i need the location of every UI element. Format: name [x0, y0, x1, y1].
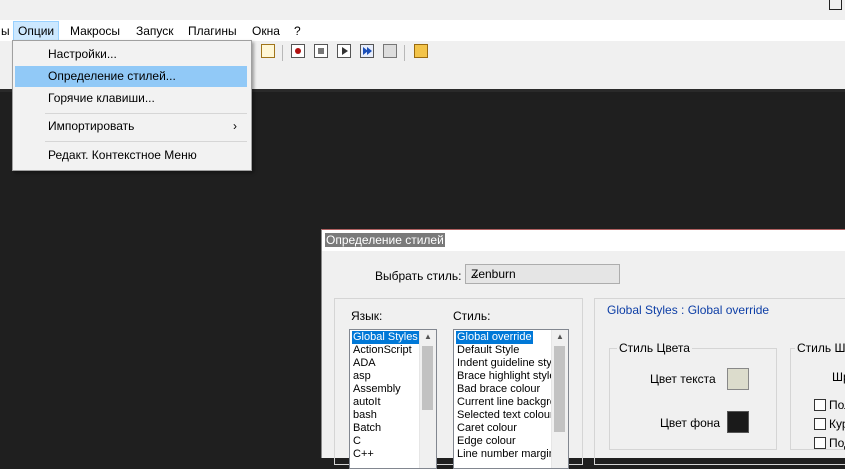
play-macro-icon[interactable] — [337, 44, 351, 58]
background-color-label: Цвет фона — [660, 416, 721, 430]
toolbar-separator — [404, 45, 405, 61]
list-item[interactable]: Selected text colour — [456, 409, 555, 422]
menu-item-label: Настройки... — [48, 47, 117, 61]
scroll-up-icon[interactable]: ▲ — [552, 330, 568, 344]
list-item[interactable]: Edge colour — [456, 435, 517, 448]
open-folder-icon[interactable] — [414, 44, 428, 58]
dialog-titlebar[interactable]: Определение стилей — [322, 230, 845, 251]
list-item[interactable]: asp — [352, 370, 372, 383]
language-label: Язык: — [351, 309, 383, 323]
menu-item-label: Редакт. Контекстное Меню — [48, 148, 197, 162]
scroll-up-icon[interactable]: ▲ — [420, 330, 436, 344]
underline-checkbox[interactable] — [814, 437, 826, 449]
list-item[interactable]: Default Style — [456, 344, 520, 357]
menu-help[interactable]: ? — [290, 22, 305, 40]
style-breadcrumb: Global Styles : Global override — [607, 303, 770, 317]
menu-search[interactable]: ы — [0, 22, 14, 40]
foreground-color-label: Цвет текста — [650, 372, 716, 386]
maximize-icon[interactable] — [829, 0, 842, 10]
list-item[interactable]: C — [352, 435, 362, 448]
italic-checkbox-label: Кур — [829, 417, 845, 431]
list-item[interactable]: Line number margin — [456, 448, 556, 461]
style-configurator-dialog: Определение стилей Выбрать стиль: Zenbur… — [321, 229, 845, 469]
menubar: ы Опции Макросы Запуск Плагины Окна ? — [0, 20, 845, 41]
list-item[interactable]: Caret colour — [456, 422, 518, 435]
list-item[interactable]: Brace highlight style — [456, 370, 556, 383]
list-item[interactable]: Global override — [456, 331, 533, 344]
list-item[interactable]: ADA — [352, 357, 377, 370]
menu-macros[interactable]: Макросы — [66, 22, 124, 40]
list-item[interactable]: Batch — [352, 422, 382, 435]
language-list[interactable]: Global Styles ActionScript ADA asp Assem… — [349, 329, 437, 469]
language-list-scrollbar[interactable]: ▲ — [419, 330, 436, 468]
menu-windows[interactable]: Окна — [248, 22, 284, 40]
font-style-group-title: Стиль Шр — [795, 341, 845, 355]
list-item[interactable]: ActionScript — [352, 344, 413, 357]
list-item[interactable]: Assembly — [352, 383, 402, 396]
list-item[interactable]: Global Styles — [352, 331, 419, 344]
theme-select[interactable]: Zenburn ⌄ — [465, 264, 620, 284]
menu-item-label: Горячие клавиши... — [48, 91, 155, 105]
menu-item-label: Импортировать — [48, 119, 135, 133]
menu-options[interactable]: Опции — [13, 21, 60, 41]
scrollbar-thumb[interactable] — [554, 346, 565, 432]
dialog-title: Определение стилей — [325, 233, 445, 247]
style-list[interactable]: Global override Default Style Indent gui… — [453, 329, 569, 469]
color-style-group — [609, 348, 777, 450]
menu-item-style-configurator[interactable]: Определение стилей... — [15, 66, 247, 87]
menu-item-edit-context-menu[interactable]: Редакт. Контекстное Меню — [15, 145, 247, 166]
chevron-down-icon: ⌄ — [471, 268, 481, 280]
select-style-label: Выбрать стиль: — [375, 269, 462, 283]
menu-item-settings[interactable]: Настройки... — [15, 44, 247, 65]
list-item[interactable]: C++ — [352, 448, 375, 461]
list-item[interactable]: Bad brace colour — [456, 383, 541, 396]
bold-checkbox[interactable] — [814, 399, 826, 411]
bold-checkbox-label: Пол — [829, 398, 845, 412]
menu-item-label: Определение стилей... — [48, 69, 176, 83]
list-item[interactable]: bash — [352, 409, 378, 422]
style-label: Стиль: — [453, 309, 491, 323]
style-list-scrollbar[interactable]: ▲ — [551, 330, 568, 468]
underline-checkbox-label: Под — [829, 436, 845, 450]
menu-item-shortcut-mapper[interactable]: Горячие клавиши... — [15, 88, 247, 109]
foreground-color-swatch[interactable] — [727, 368, 749, 390]
menu-plugins[interactable]: Плагины — [184, 22, 241, 40]
chevron-right-icon: › — [233, 119, 237, 133]
italic-checkbox[interactable] — [814, 418, 826, 430]
toolbar-separator — [282, 45, 283, 61]
list-item[interactable]: autoIt — [352, 396, 382, 409]
list-item[interactable]: Indent guideline style — [456, 357, 561, 370]
menu-separator — [45, 141, 247, 142]
background-color-swatch[interactable] — [727, 411, 749, 433]
record-macro-icon[interactable] — [291, 44, 305, 58]
menu-separator — [45, 113, 247, 114]
find-in-files-icon[interactable] — [261, 44, 275, 58]
options-dropdown: Настройки... Определение стилей... Горяч… — [12, 40, 252, 171]
color-style-group-title: Стиль Цвета — [617, 341, 692, 355]
menu-run[interactable]: Запуск — [132, 22, 178, 40]
scrollbar-thumb[interactable] — [422, 346, 433, 410]
run-macro-multiple-icon[interactable] — [360, 44, 374, 58]
window-titlebar — [0, 0, 845, 20]
font-name-label: Шр — [832, 370, 845, 384]
stop-macro-icon[interactable] — [314, 44, 328, 58]
menu-item-import[interactable]: Импортировать › — [15, 116, 247, 137]
save-macro-icon[interactable] — [383, 44, 397, 58]
